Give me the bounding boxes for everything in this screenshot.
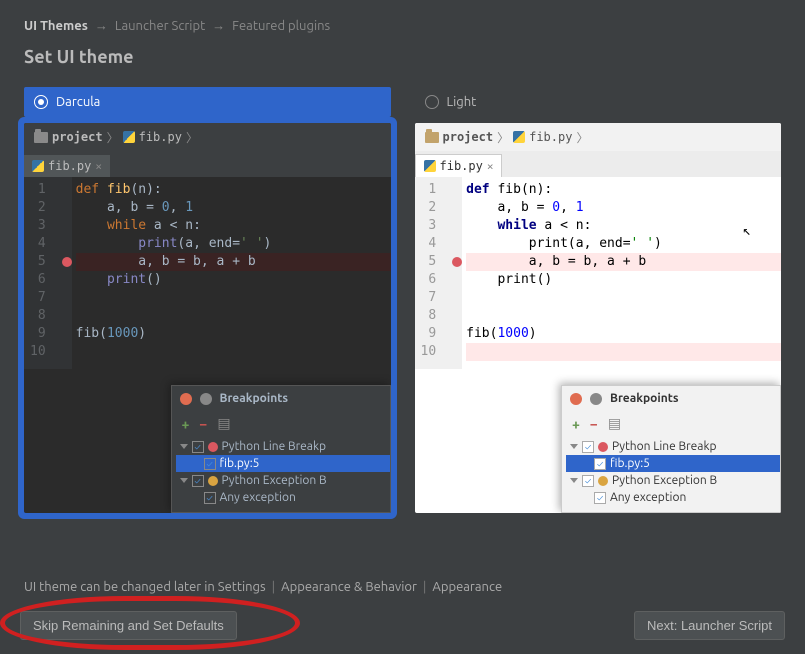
page-title: Set UI theme bbox=[0, 37, 805, 87]
triangle-down-icon bbox=[180, 444, 188, 449]
pathbar: project 〉 fib.py 〉 bbox=[415, 123, 782, 151]
checkbox-icon bbox=[582, 441, 594, 453]
code-editor: def fib(n): a, b = 0, 1 while a < n: pri… bbox=[72, 177, 391, 369]
code-editor: def fib(n): a, b = 0, 1 while a < n: pri… bbox=[462, 177, 781, 369]
chevron-right-icon: 〉 bbox=[186, 129, 198, 146]
checkbox-icon bbox=[204, 492, 216, 504]
preview-light: project 〉 fib.py 〉 fib.py × 1 2 3 4 5 bbox=[415, 123, 782, 513]
checkbox-icon bbox=[192, 475, 204, 487]
theme-radio-light[interactable]: Light bbox=[415, 87, 782, 117]
breakpoints-popup: Breakpoints + − ▤ Python Line Breakp fib… bbox=[561, 385, 781, 513]
window-close-icon bbox=[180, 393, 192, 405]
breadcrumb-arrow-icon: → bbox=[212, 19, 225, 33]
breakpoints-title: Breakpoints bbox=[220, 392, 289, 405]
editor-tabbar: fib.py × bbox=[415, 151, 782, 177]
triangle-down-icon bbox=[570, 478, 578, 483]
breakpoint-icon bbox=[62, 257, 72, 267]
breakpoint-icon bbox=[208, 442, 218, 452]
folder-icon bbox=[425, 132, 439, 143]
skip-button[interactable]: Skip Remaining and Set Defaults bbox=[20, 611, 237, 640]
checkbox-icon bbox=[594, 492, 606, 504]
theme-radio-darcula[interactable]: Darcula bbox=[24, 87, 391, 117]
breakpoint-gutter bbox=[56, 177, 72, 369]
editor-tab: fib.py × bbox=[24, 155, 110, 177]
window-minimize-icon bbox=[200, 393, 212, 405]
checkbox-icon bbox=[582, 475, 594, 487]
breakpoints-popup: Breakpoints + − ▤ Python Line Breakp fib… bbox=[171, 385, 391, 513]
breadcrumb-step-3: Featured plugins bbox=[232, 19, 330, 33]
python-file-icon bbox=[123, 131, 135, 143]
python-file-icon bbox=[424, 160, 436, 172]
folder-icon bbox=[34, 132, 48, 143]
theme-option-light[interactable]: Light project 〉 fib.py 〉 fib.py × 1 2 bbox=[415, 87, 782, 513]
chevron-right-icon: 〉 bbox=[107, 129, 119, 146]
window-minimize-icon bbox=[590, 393, 602, 405]
checkbox-icon bbox=[594, 458, 606, 470]
breadcrumb-arrow-icon: → bbox=[95, 19, 108, 33]
line-number-gutter: 1 2 3 4 5 6 7 8 9 10 bbox=[24, 177, 56, 369]
next-button[interactable]: Next: Launcher Script bbox=[634, 611, 785, 640]
exception-breakpoint-icon bbox=[598, 476, 608, 486]
radio-icon bbox=[34, 95, 48, 109]
breakpoint-gutter bbox=[446, 177, 462, 369]
remove-icon: − bbox=[199, 416, 207, 432]
chevron-right-icon: 〉 bbox=[497, 129, 509, 146]
remove-icon: − bbox=[590, 416, 598, 432]
list-icon: ▤ bbox=[608, 415, 621, 432]
python-file-icon bbox=[513, 131, 525, 143]
theme-label: Light bbox=[447, 95, 477, 109]
editor-tab: fib.py × bbox=[415, 154, 503, 177]
theme-label: Darcula bbox=[56, 95, 100, 109]
wizard-breadcrumb: UI Themes → Launcher Script → Featured p… bbox=[0, 0, 805, 37]
triangle-down-icon bbox=[180, 478, 188, 483]
exception-breakpoint-icon bbox=[208, 476, 218, 486]
python-file-icon bbox=[32, 160, 44, 172]
radio-icon bbox=[425, 95, 439, 109]
checkbox-icon bbox=[204, 458, 216, 470]
chevron-right-icon: 〉 bbox=[576, 129, 588, 146]
breakpoints-title: Breakpoints bbox=[610, 392, 679, 405]
pathbar: project 〉 fib.py 〉 bbox=[24, 123, 391, 151]
editor-tabbar: fib.py × bbox=[24, 151, 391, 177]
window-close-icon bbox=[570, 393, 582, 405]
close-icon: × bbox=[487, 160, 494, 173]
checkbox-icon bbox=[192, 441, 204, 453]
hint-text: UI theme can be changed later in Setting… bbox=[24, 580, 502, 594]
breadcrumb-step-1: UI Themes bbox=[24, 19, 88, 33]
close-icon: × bbox=[95, 160, 102, 173]
list-icon: ▤ bbox=[217, 415, 230, 432]
breakpoint-icon bbox=[452, 257, 462, 267]
preview-darcula: project 〉 fib.py 〉 fib.py × 1 2 3 4 5 bbox=[24, 123, 391, 513]
line-number-gutter: 1 2 3 4 5 6 7 8 9 10 bbox=[415, 177, 447, 369]
breadcrumb-step-2: Launcher Script bbox=[115, 19, 205, 33]
add-icon: + bbox=[572, 416, 580, 432]
cursor-icon: ↖ bbox=[743, 223, 751, 239]
breakpoint-icon bbox=[598, 442, 608, 452]
theme-option-darcula[interactable]: Darcula project 〉 fib.py 〉 fib.py × 1 2 bbox=[24, 87, 391, 513]
triangle-down-icon bbox=[570, 444, 578, 449]
add-icon: + bbox=[182, 416, 190, 432]
